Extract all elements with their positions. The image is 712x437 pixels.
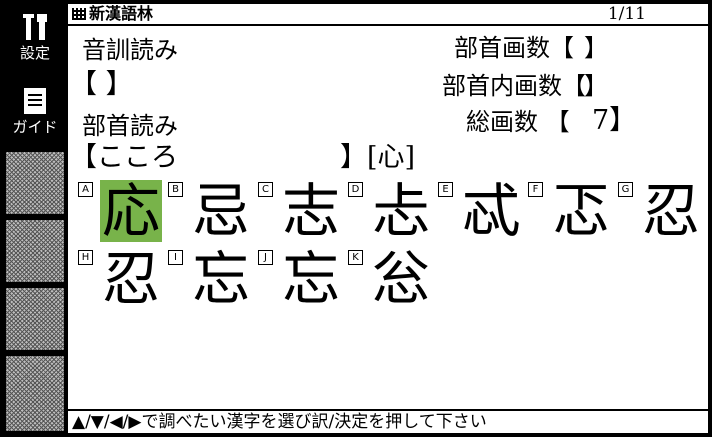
settings-button[interactable]: 設定: [6, 6, 64, 66]
dictionary-title: 新漢語林: [89, 4, 154, 23]
item-key-label: H: [78, 250, 93, 265]
sou-kakusu-label: 総画数 【: [466, 108, 570, 136]
kanji-character: 忍: [101, 245, 160, 313]
onkun-input[interactable]: 【 】: [70, 70, 360, 100]
kanji-result-item[interactable]: E忒: [432, 180, 522, 242]
item-key-label: A: [78, 182, 93, 197]
kanji-character: 忒: [461, 177, 520, 245]
kanji-character: 忐: [371, 177, 430, 245]
sidebar-empty-slot: [6, 356, 64, 431]
bushunai-kakusu-label: 部首内画数【: [442, 72, 586, 100]
footer-hint: ▲/▼/◀/▶で調べたい漢字を選び訳/決定を押して下さい: [68, 409, 708, 433]
item-key-label: K: [348, 250, 363, 265]
dictionary-icon: [72, 8, 86, 20]
kanji-result-item[interactable]: H忍: [72, 248, 162, 310]
item-key-label: I: [168, 250, 183, 265]
bushu-kakusu-input[interactable]: 】: [584, 34, 608, 62]
kanji-character: 忌: [191, 177, 250, 245]
sidebar-empty-slot: [6, 288, 64, 350]
kanji-character: 忑: [551, 177, 610, 245]
kanji-character: 忍: [641, 177, 700, 245]
kanji-character: 忩: [371, 245, 430, 313]
item-key-label: G: [618, 182, 633, 197]
item-key-label: F: [528, 182, 543, 197]
onkun-label: 音訓読み: [82, 36, 178, 64]
kanji-result-item[interactable]: B忌: [162, 180, 252, 242]
kanji-result-item[interactable]: C志: [252, 180, 342, 242]
bushunai-kakusu-input[interactable]: 】: [584, 72, 608, 100]
bushu-yomi-label: 部首読み: [82, 112, 178, 140]
kanji-character: 応: [100, 177, 162, 245]
item-key-label: J: [258, 250, 273, 265]
document-icon: [24, 88, 46, 114]
item-key-label: B: [168, 182, 183, 197]
kanji-result-item[interactable]: K忩: [342, 248, 432, 310]
kanji-result-item[interactable]: A応: [72, 180, 162, 242]
item-key-label: E: [438, 182, 453, 197]
guide-button[interactable]: ガイド: [6, 80, 64, 140]
main-screen: 新漢語林 1/11 音訓読み 【 】 部首読み 【こころ 】[心] 部首画数【 …: [68, 4, 708, 433]
item-key-label: C: [258, 182, 273, 197]
kanji-result-item[interactable]: F忑: [522, 180, 612, 242]
settings-label: 設定: [19, 44, 50, 62]
title-bar: 新漢語林 1/11: [68, 4, 708, 26]
kanji-result-grid: A応B忌C志D忐E忒F忑G忍H忍I忘J忘K忩: [68, 178, 708, 408]
page-indicator: 1/11: [607, 4, 646, 24]
kanji-character: 志: [281, 177, 340, 245]
kanji-result-item[interactable]: G忍: [612, 180, 702, 242]
bushu-kakusu-label: 部首画数【: [454, 34, 574, 62]
item-key-label: D: [348, 182, 363, 197]
kanji-character: 忘: [191, 245, 250, 313]
sou-kakusu-input[interactable]: 7】: [592, 106, 636, 136]
guide-label: ガイド: [12, 118, 58, 136]
kanji-result-item[interactable]: D忐: [342, 180, 432, 242]
bushu-yomi-input[interactable]: 【こころ: [70, 143, 178, 173]
sidebar: 設定 ガイド: [0, 0, 68, 437]
bushu-yomi-radical: 】[心]: [340, 142, 416, 173]
tools-icon: [23, 14, 47, 40]
kanji-character: 忘: [281, 245, 340, 313]
kanji-result-item[interactable]: I忘: [162, 248, 252, 310]
kanji-result-item[interactable]: J忘: [252, 248, 342, 310]
sidebar-empty-slot: [6, 220, 64, 282]
sidebar-empty-slot: [6, 152, 64, 214]
